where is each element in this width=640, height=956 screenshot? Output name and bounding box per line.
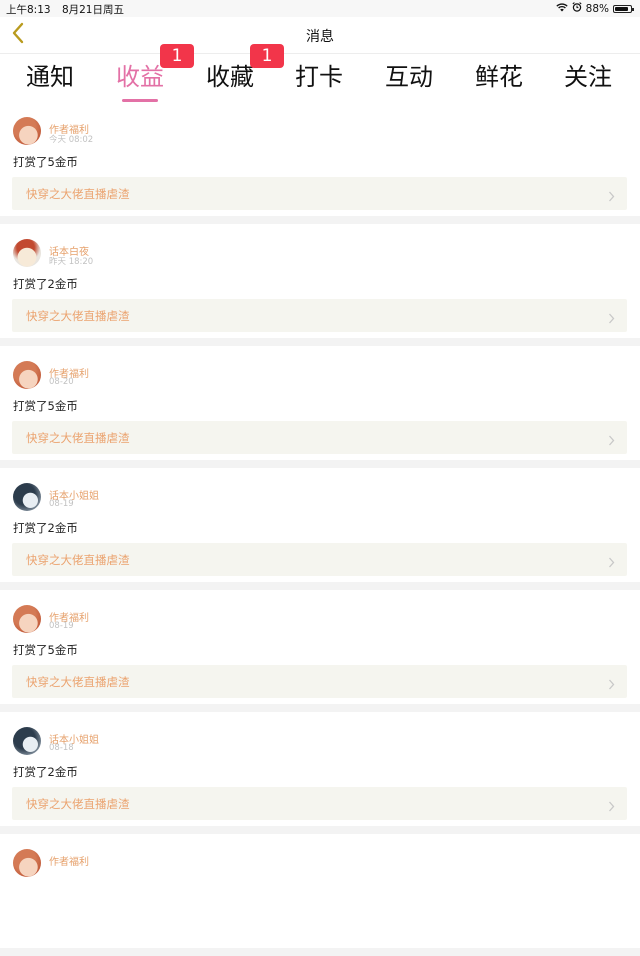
chevron-right-icon [608,675,615,694]
book-title: 快穿之大佬直播虐渣 [26,309,130,323]
status-bar: 上午8:13 8月21日周五 88% [0,0,640,17]
tab-4[interactable]: 互动 [369,58,449,98]
chevron-right-icon [608,187,615,206]
tab-5[interactable]: 鲜花 [459,58,539,98]
tab-1[interactable]: 收益 1 [100,44,194,102]
reward-text: 打赏了5金币 [13,643,78,657]
tab-label: 收益 [116,63,164,91]
avatar[interactable] [13,605,41,633]
battery-icon [613,4,634,13]
book-link[interactable]: 快穿之大佬直播虐渣 [12,299,627,332]
reward-message-card: 作者福利 08-19 打赏了5金币 快穿之大佬直播虐渣 [0,590,640,704]
reward-text: 打赏了2金币 [13,765,78,779]
tab-label: 互动 [385,63,433,91]
status-time: 上午8:13 [6,4,51,16]
avatar[interactable] [13,849,41,877]
message-feed: 作者福利 今天 08:02 打赏了5金币 快穿之大佬直播虐渣 话本白夜 昨天 18:20 打… [0,102,640,956]
tab-label: 收藏 [206,63,254,91]
user-name[interactable]: 作者福利 [49,853,89,868]
book-title: 快穿之大佬直播虐渣 [26,553,130,567]
alarm-icon [572,2,582,15]
reward-text: 打赏了2金币 [13,521,78,535]
avatar[interactable] [13,483,41,511]
reward-text: 打赏了5金币 [13,155,78,169]
tab-label: 打卡 [295,63,343,91]
book-title: 快穿之大佬直播虐渣 [26,675,130,689]
status-date: 8月21日周五 [61,4,124,16]
message-time: 今天 08:02 [49,135,94,145]
avatar[interactable] [13,117,41,145]
reward-message-card: 话本小姐姐 08-18 打赏了2金币 快穿之大佬直播虐渣 [0,712,640,826]
book-link[interactable]: 快穿之大佬直播虐渣 [12,421,627,454]
reward-text: 打赏了2金币 [13,277,78,291]
tab-label: 鲜花 [475,63,523,91]
book-link[interactable]: 快穿之大佬直播虐渣 [12,787,627,820]
message-time: 08-19 [49,621,74,631]
avatar[interactable] [13,361,41,389]
reward-message-card: 话本白夜 昨天 18:20 打赏了2金币 快穿之大佬直播虐渣 [0,224,640,338]
reward-message-card: 作者福利 08-20 打赏了5金币 快穿之大佬直播虐渣 [0,346,640,460]
reward-message-card: 话本小姐姐 08-19 打赏了2金币 快穿之大佬直播虐渣 [0,468,640,582]
message-time: 昨天 18:20 [49,257,94,267]
tab-0[interactable]: 通知 [10,58,90,98]
book-title: 快穿之大佬直播虐渣 [26,797,130,811]
chevron-right-icon [608,431,615,450]
battery-percent: 88% [585,2,609,15]
chevron-right-icon [608,309,615,328]
unread-badge: 1 [160,44,194,68]
message-time: 08-19 [49,499,74,509]
battery-level [615,6,628,11]
tab-bar: 通知 收益 1 收藏 1 打卡 互动 鲜花 关注 [0,44,640,102]
book-title: 快穿之大佬直播虐渣 [26,187,130,201]
chevron-right-icon [608,553,615,572]
message-time: 08-20 [49,377,74,387]
reward-message-card: 作者福利 今天 08:02 打赏了5金币 快穿之大佬直播虐渣 [0,102,640,216]
page-title: 消息 [306,29,334,45]
book-link[interactable]: 快穿之大佬直播虐渣 [12,543,627,576]
reward-message-card: 作者福利 [0,834,640,948]
status-indicators: 88% [555,2,634,15]
book-link[interactable]: 快穿之大佬直播虐渣 [12,177,627,210]
chevron-right-icon [608,797,615,816]
status-datetime: 上午8:13 8月21日周五 [6,2,124,17]
tab-2[interactable]: 收藏 1 [190,44,284,98]
book-link[interactable]: 快穿之大佬直播虐渣 [12,665,627,698]
tab-3[interactable]: 打卡 [279,58,359,98]
avatar[interactable] [13,727,41,755]
nav-bar: 消息 [0,17,640,54]
message-time: 08-18 [49,743,74,753]
avatar[interactable] [13,239,41,267]
wifi-icon [555,2,568,15]
tab-label: 关注 [564,63,612,91]
reward-text: 打赏了5金币 [13,399,78,413]
tab-label: 通知 [26,63,74,91]
book-title: 快穿之大佬直播虐渣 [26,431,130,445]
tab-6[interactable]: 关注 [548,58,628,98]
